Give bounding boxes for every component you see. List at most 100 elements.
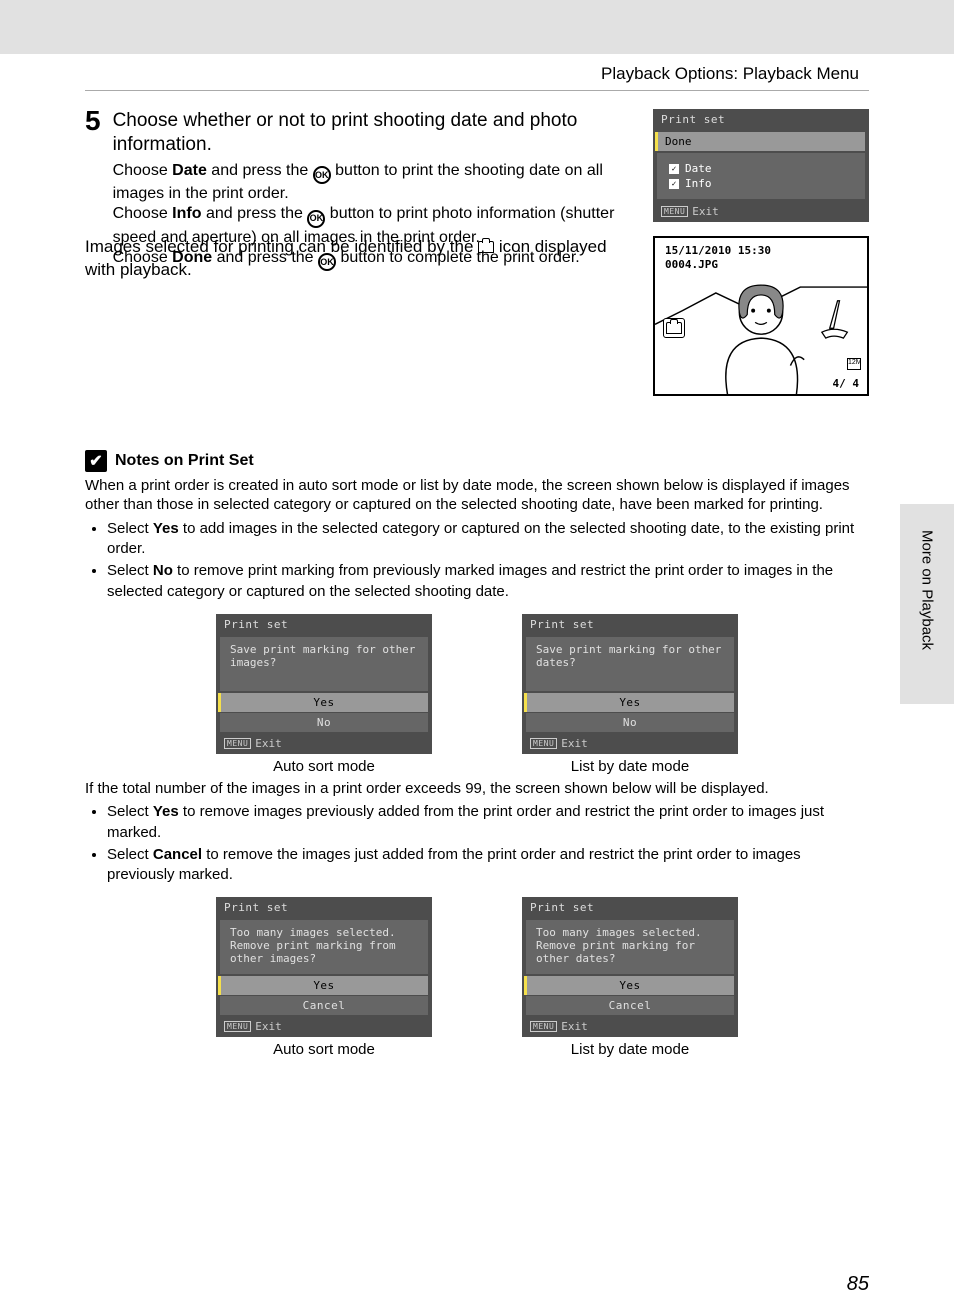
date-checkbox-row[interactable]: ✓ Date [669, 161, 853, 176]
bold-yes: Yes [153, 803, 179, 820]
option-yes[interactable]: Yes [526, 976, 734, 995]
t: Select [107, 562, 153, 579]
screen-title: Print set [653, 109, 869, 130]
t: and press the [207, 162, 313, 179]
dialog-listbydate: Print set Save print marking for other d… [522, 614, 738, 775]
done-option[interactable]: Done [657, 132, 865, 151]
screen-title: Print set [522, 897, 738, 918]
bold-info: Info [172, 205, 201, 222]
option-no[interactable]: No [220, 713, 428, 732]
bullet-cancel: Select Cancel to remove the images just … [107, 845, 869, 886]
dialog-message: Too many images selected. Remove print m… [220, 920, 428, 974]
option-no[interactable]: No [526, 713, 734, 732]
option-cancel[interactable]: Cancel [526, 996, 734, 1015]
screen-footer: MENU Exit [216, 733, 432, 754]
step-para-date: Choose Date and press the OK button to p… [113, 161, 635, 205]
notes2-intro: If the total number of the images in a p… [85, 779, 869, 799]
bold-cancel: Cancel [153, 846, 202, 863]
dialog-screen: Print set Save print marking for other d… [522, 614, 738, 754]
printer-icon [666, 322, 682, 334]
screen-title: Print set [522, 614, 738, 635]
header-title: Playback Options: Playback Menu [601, 64, 859, 84]
dialog-screen: Print set Save print marking for other i… [216, 614, 432, 754]
screen-footer: MENU Exit [522, 1016, 738, 1037]
t: Select [107, 520, 153, 537]
menu-badge: MENU [224, 1021, 251, 1032]
resolution-badge: 12M [847, 358, 861, 370]
bold-no: No [153, 562, 173, 579]
t: to remove print marking from previously … [107, 562, 833, 599]
preview-filename: 0004.JPG [665, 258, 718, 271]
t: Select [107, 803, 153, 820]
bullet-yes2: Select Yes to remove images previously a… [107, 802, 869, 843]
screen-title: Print set [216, 897, 432, 918]
print-set-screen: Print set Done ✓ Date ✓ Info MENU Exit [653, 109, 869, 222]
dialog-message: Save print marking for other dates? [526, 637, 734, 691]
printer-icon [478, 241, 494, 253]
notes-title: Notes on Print Set [115, 452, 254, 470]
menu-badge: MENU [224, 738, 251, 749]
ok-button-icon: OK [307, 210, 325, 228]
option-cancel[interactable]: Cancel [220, 996, 428, 1015]
t: to remove the images just added from the… [107, 846, 801, 883]
preview-date: 15/11/2010 15:30 [665, 244, 771, 257]
dialog-caption: List by date mode [571, 1041, 689, 1058]
bold-date: Date [172, 162, 207, 179]
running-header: Playback Options: Playback Menu [0, 54, 954, 90]
menu-badge: MENU [661, 206, 688, 217]
info-label: Info [685, 177, 712, 190]
screen-footer: MENU Exit [653, 201, 869, 222]
step-title: Choose whether or not to print shooting … [113, 109, 635, 157]
t: and press the [202, 205, 308, 222]
checkbox-icon: ✓ [669, 179, 679, 189]
dialogs-row-2: Print set Too many images selected. Remo… [85, 897, 869, 1058]
bullet-no: Select No to remove print marking from p… [107, 561, 869, 602]
exit-label: Exit [255, 737, 282, 750]
t: Images selected for printing can be iden… [85, 237, 478, 256]
dialog2-listbydate: Print set Too many images selected. Remo… [522, 897, 738, 1058]
notes-list-2: Select Yes to remove images previously a… [85, 802, 869, 885]
menu-badge: MENU [530, 1021, 557, 1032]
exit-label: Exit [255, 1020, 282, 1033]
t: Choose [113, 162, 173, 179]
exit-label: Exit [561, 1020, 588, 1033]
date-label: Date [685, 162, 712, 175]
dialog-screen: Print set Too many images selected. Remo… [522, 897, 738, 1037]
dialog-message: Save print marking for other images? [220, 637, 428, 691]
print-marker-icon [663, 318, 685, 338]
dialog-caption: List by date mode [571, 758, 689, 775]
notes-section: ✔ Notes on Print Set When a print order … [85, 450, 869, 1059]
dialog-screen: Print set Too many images selected. Remo… [216, 897, 432, 1037]
preview-count: 4/ 4 [833, 377, 860, 390]
screen-title: Print set [216, 614, 432, 635]
notes-list-1: Select Yes to add images in the selected… [85, 519, 869, 602]
playback-preview: 15/11/2010 15:30 0004.JPG 12M 4/ 4 [653, 236, 869, 396]
info-checkbox-row[interactable]: ✓ Info [669, 176, 853, 191]
exit-label: Exit [692, 205, 719, 218]
t: Choose [113, 205, 173, 222]
side-tab-label: More on Playback [919, 530, 936, 650]
screens-column: Print set Done ✓ Date ✓ Info MENU Exit [653, 109, 869, 396]
page-number: 85 [847, 1273, 869, 1296]
notes-intro: When a print order is created in auto so… [85, 476, 869, 515]
page: Playback Options: Playback Menu 5 Choose… [0, 0, 954, 1314]
ok-button-icon: OK [313, 166, 331, 184]
option-yes[interactable]: Yes [220, 976, 428, 995]
check-badge-icon: ✔ [85, 450, 107, 472]
t: to add images in the selected category o… [107, 520, 854, 557]
content: 5 Choose whether or not to print shootin… [0, 91, 954, 1058]
checkbox-icon: ✓ [669, 164, 679, 174]
option-yes[interactable]: Yes [220, 693, 428, 712]
notes-heading: ✔ Notes on Print Set [85, 450, 869, 472]
dialog-autosort: Print set Save print marking for other i… [216, 614, 432, 775]
option-yes[interactable]: Yes [526, 693, 734, 712]
menu-badge: MENU [530, 738, 557, 749]
t: to remove images previously added from t… [107, 803, 824, 840]
side-tab: More on Playback [900, 504, 954, 704]
dialog-caption: Auto sort mode [273, 758, 375, 775]
dialog-message: Too many images selected. Remove print m… [526, 920, 734, 974]
bold-yes: Yes [153, 520, 179, 537]
screen-footer: MENU Exit [216, 1016, 432, 1037]
dialogs-row-1: Print set Save print marking for other i… [85, 614, 869, 775]
options-body: ✓ Date ✓ Info [657, 153, 865, 199]
